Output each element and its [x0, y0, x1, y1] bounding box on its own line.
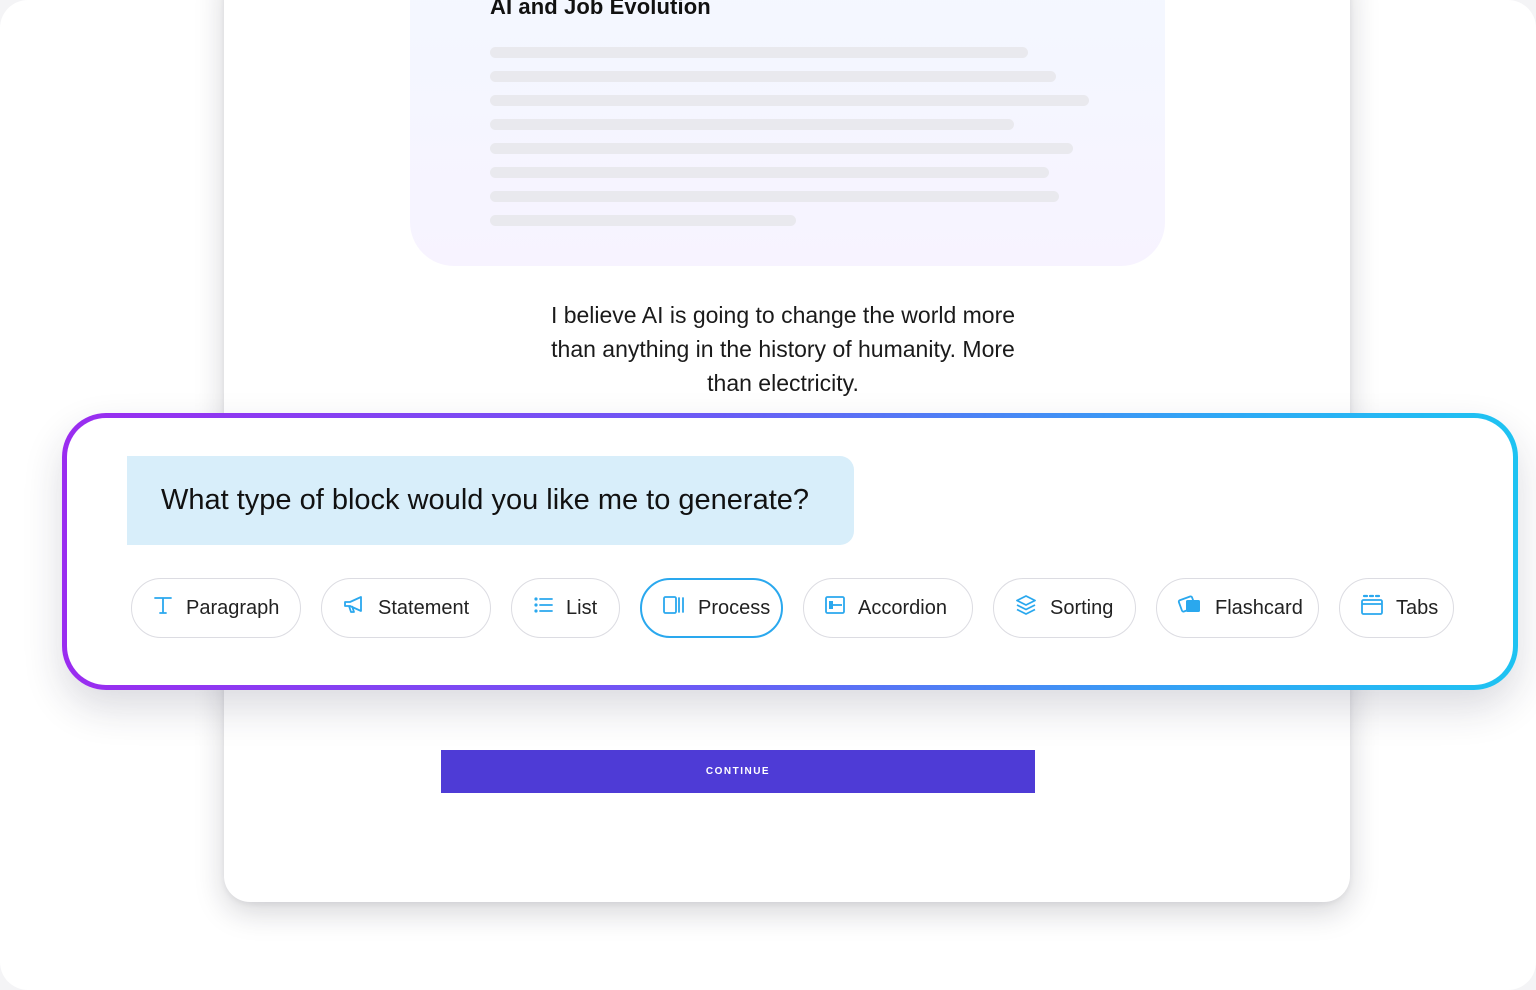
- process-icon: [662, 594, 686, 622]
- chip-label: Process: [698, 596, 771, 619]
- block-type-sorting[interactable]: Sorting: [993, 578, 1136, 638]
- tabs-icon: [1360, 594, 1384, 622]
- text-placeholder-line: [490, 119, 1014, 130]
- text-placeholder-line: [490, 215, 796, 226]
- text-placeholder-line: [490, 95, 1089, 106]
- chip-label: List: [566, 596, 598, 619]
- chip-label: Sorting: [1050, 596, 1114, 619]
- layers-icon: [1014, 594, 1038, 622]
- document-preview-card: [410, 0, 1165, 266]
- chip-label: Flashcard: [1215, 596, 1303, 619]
- list-icon: [532, 594, 554, 622]
- ai-block-generator-panel: What type of block would you like me to …: [62, 413, 1518, 690]
- chip-label: Accordion: [858, 596, 947, 619]
- megaphone-icon: [342, 594, 366, 622]
- continue-button[interactable]: CONTINUE: [441, 750, 1035, 793]
- text-placeholder-line: [490, 71, 1056, 82]
- ai-panel-body: What type of block would you like me to …: [67, 418, 1513, 685]
- block-type-accordion[interactable]: Accordion: [803, 578, 973, 638]
- block-type-list[interactable]: List: [511, 578, 620, 638]
- screenshot-canvas: AI and Job Evolution I believe AI is goi…: [0, 0, 1536, 990]
- flashcard-icon: [1177, 594, 1203, 622]
- block-type-paragraph[interactable]: Paragraph: [131, 578, 301, 638]
- document-title: AI and Job Evolution: [490, 0, 711, 19]
- accordion-icon: [824, 594, 846, 622]
- text-placeholder-line: [490, 47, 1028, 58]
- ai-prompt-bubble: What type of block would you like me to …: [127, 456, 854, 545]
- text-t-icon: [152, 594, 174, 622]
- block-type-tabs[interactable]: Tabs: [1339, 578, 1454, 638]
- chip-label: Statement: [378, 596, 470, 619]
- text-placeholder-line: [490, 167, 1049, 178]
- text-placeholder-line: [490, 191, 1059, 202]
- block-type-process[interactable]: Process: [640, 578, 783, 638]
- text-placeholder-line: [490, 143, 1073, 154]
- chip-label: Paragraph: [186, 596, 280, 619]
- block-type-statement[interactable]: Statement: [321, 578, 491, 638]
- quote-text: I believe AI is going to change the worl…: [550, 302, 1016, 396]
- block-type-flashcard[interactable]: Flashcard: [1156, 578, 1319, 638]
- chip-label: Tabs: [1396, 596, 1439, 619]
